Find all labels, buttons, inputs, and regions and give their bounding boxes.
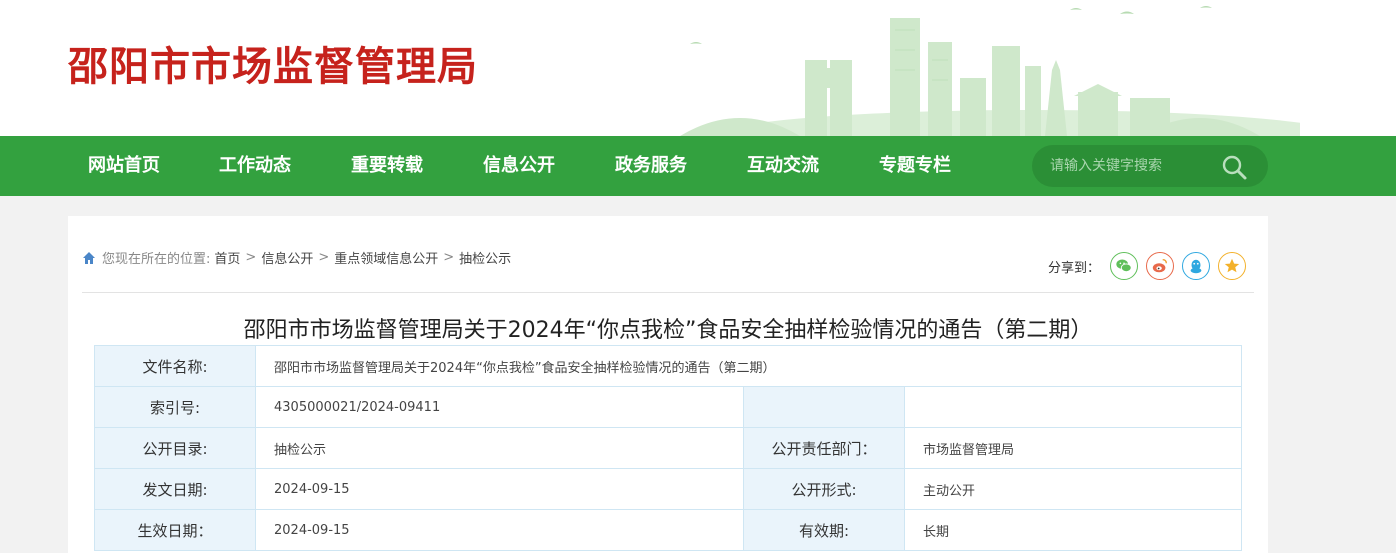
validity-label: 有效期:	[743, 509, 905, 551]
breadcrumb-info-disclosure[interactable]: 信息公开	[261, 248, 313, 267]
nav-item-reposts[interactable]: 重要转载	[351, 136, 423, 196]
site-title[interactable]: 邵阳市市场监督管理局	[68, 34, 478, 92]
nav-item-gov-services[interactable]: 政务服务	[615, 136, 687, 196]
nav-item-home[interactable]: 网站首页	[88, 136, 160, 196]
share-wechat-button[interactable]	[1110, 252, 1139, 280]
table-row: 发文日期: 2024-09-15 公开形式: 主动公开	[94, 468, 1243, 510]
content-panel: 您现在所在的位置: 首页 > 信息公开 > 重点领域信息公开 > 抽检公示 分享…	[68, 216, 1268, 553]
article-title: 邵阳市市场监督管理局关于2024年“你点我检”食品安全抽样检验情况的通告（第二期…	[243, 318, 1093, 343]
home-icon	[83, 251, 95, 264]
share-qzone-button[interactable]	[1218, 252, 1247, 280]
nav-item-special-topics[interactable]: 专题专栏	[879, 136, 951, 196]
wechat-icon	[1116, 259, 1132, 273]
empty-value	[903, 386, 1243, 428]
form-value: 主动公开	[903, 468, 1243, 510]
document-metadata-table: 文件名称: 邵阳市市场监督管理局关于2024年“你点我检”食品安全抽样检验情况的…	[94, 345, 1243, 551]
weibo-icon	[1152, 259, 1167, 273]
site-header: 邵阳市市场监督管理局	[0, 0, 1396, 136]
breadcrumb-separator: >	[245, 250, 257, 265]
qzone-icon	[1224, 258, 1240, 273]
issue-date-label: 发文日期:	[94, 468, 256, 510]
search-box	[1032, 145, 1268, 187]
qq-icon	[1190, 259, 1202, 274]
dept-label: 公开责任部门：	[743, 427, 905, 469]
header-divider	[82, 292, 1254, 293]
breadcrumb-home[interactable]: 首页	[214, 248, 240, 267]
table-row: 索引号: 4305000021/2024-09411	[94, 386, 1243, 428]
city-skyline-banner	[680, 6, 1300, 136]
validity-value: 长期	[903, 509, 1243, 551]
effective-date-label: 生效日期：	[94, 509, 256, 551]
index-label: 索引号:	[94, 386, 256, 428]
main-navbar: 网站首页 工作动态 重要转载 信息公开 政务服务 互动交流 专题专栏	[0, 136, 1396, 196]
nav-item-interaction[interactable]: 互动交流	[747, 136, 819, 196]
breadcrumb-key-areas[interactable]: 重点领域信息公开	[334, 248, 438, 267]
issue-date-value: 2024-09-15	[255, 468, 744, 510]
breadcrumb-separator: >	[443, 250, 455, 265]
breadcrumb-sampling[interactable]: 抽检公示	[459, 248, 511, 267]
share-qq-button[interactable]	[1182, 252, 1211, 280]
catalog-value: 抽检公示	[255, 427, 744, 469]
search-icon[interactable]	[1220, 153, 1248, 181]
effective-date-value: 2024-09-15	[255, 509, 744, 551]
search-input[interactable]	[1050, 155, 1220, 177]
breadcrumb-prefix: 您现在所在的位置:	[102, 252, 211, 267]
dept-value: 市场监督管理局	[903, 427, 1243, 469]
table-row: 公开目录: 抽检公示 公开责任部门： 市场监督管理局	[94, 427, 1243, 469]
share-bar: 分享到：	[1048, 252, 1254, 280]
file-name-value: 邵阳市市场监督管理局关于2024年“你点我检”食品安全抽样检验情况的通告（第二期…	[254, 345, 1243, 387]
breadcrumb-separator: >	[318, 250, 330, 265]
share-label: 分享到：	[1048, 260, 1101, 276]
breadcrumb: 您现在所在的位置: 首页 > 信息公开 > 重点领域信息公开 > 抽检公示	[82, 248, 511, 267]
file-name-label: 文件名称:	[94, 345, 256, 387]
table-row: 生效日期： 2024-09-15 有效期: 长期	[94, 509, 1243, 551]
form-label: 公开形式:	[743, 468, 905, 510]
catalog-label: 公开目录:	[94, 427, 256, 469]
nav-item-work-news[interactable]: 工作动态	[219, 136, 291, 196]
table-row: 文件名称: 邵阳市市场监督管理局关于2024年“你点我检”食品安全抽样检验情况的…	[94, 345, 1243, 387]
empty-label	[743, 386, 905, 428]
index-value: 4305000021/2024-09411	[255, 386, 744, 428]
nav-item-info-disclosure[interactable]: 信息公开	[483, 136, 555, 196]
share-weibo-button[interactable]	[1146, 252, 1175, 280]
